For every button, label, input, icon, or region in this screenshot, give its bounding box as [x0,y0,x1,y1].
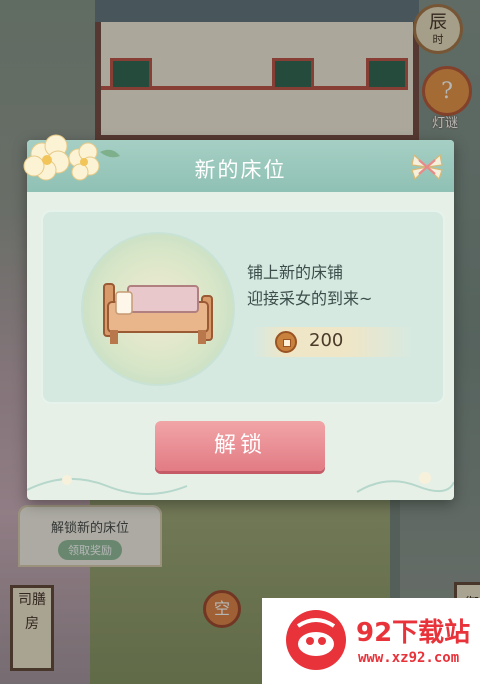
site-logo-icon [286,610,346,670]
site-watermark: 92下载站 www.xz92.com [262,598,480,684]
game-scene: 辰 时 ? 灯谜 解锁新的床位 领取奖励 司膳房 空 御 新的床位 [0,0,480,684]
site-url: www.xz92.com [358,650,460,666]
site-name: 92下载站 [356,618,471,648]
unlock-cost: 200 [253,327,413,357]
description-line-1: 铺上新的床铺 [247,263,344,282]
bed-description: 铺上新的床铺 迎接采女的到来~ [247,260,427,312]
close-icon[interactable] [410,152,444,182]
bed-info-panel: 铺上新的床铺 迎接采女的到来~ 200 [41,210,445,404]
copper-coin-icon [275,331,297,353]
cost-value: 200 [309,330,344,351]
bed-icon [103,283,213,344]
new-bed-dialog: 新的床位 铺上新的床铺 迎接采女的到来~ 200 解锁 [23,134,454,500]
flower-decoration-icon [23,134,120,181]
description-line-2: 迎接采女的到来~ [247,289,373,308]
cloud-wave-decoration [27,472,454,495]
